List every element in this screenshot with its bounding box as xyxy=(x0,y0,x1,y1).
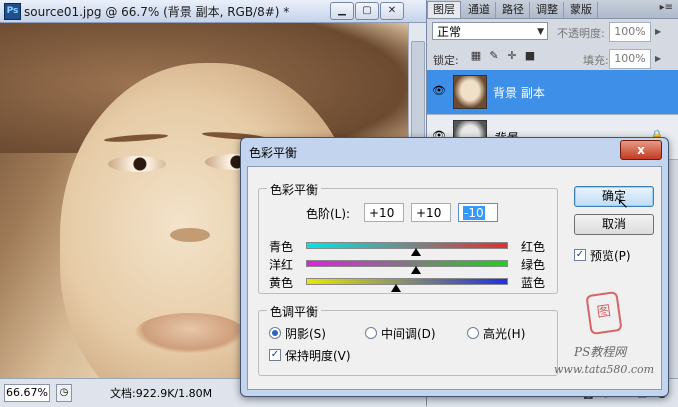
level-yellow-blue-input[interactable]: -10 xyxy=(458,203,498,222)
blend-mode-select[interactable]: 正常 ▼ xyxy=(432,22,548,40)
document-titlebar: Ps source01.jpg @ 66.7% (背景 副本, RGB/8#) … xyxy=(0,0,426,23)
highlights-radio[interactable] xyxy=(467,327,479,339)
zoom-field[interactable]: 66.67% xyxy=(4,384,50,402)
levels-label: 色阶(L): xyxy=(306,207,351,221)
tone-balance-legend: 色调平衡 xyxy=(267,303,322,320)
preview-label[interactable]: 预览(P) xyxy=(590,247,631,264)
watermark-seal-icon: 图 xyxy=(585,290,623,336)
lock-position-icon[interactable]: ✛ xyxy=(505,49,519,63)
lock-transparent-icon[interactable]: ▦ xyxy=(469,49,483,63)
shadows-radio[interactable] xyxy=(269,327,281,339)
mouse-cursor-icon: ↖ xyxy=(617,196,629,212)
watermark-line-1: PS教程网 xyxy=(574,345,627,359)
lock-label: 锁定: xyxy=(433,54,459,67)
photo-left-eye xyxy=(108,156,166,172)
yellow-blue-slider-track[interactable] xyxy=(306,278,508,285)
midtones-radio[interactable] xyxy=(365,327,377,339)
document-title: source01.jpg @ 66.7% (背景 副本, RGB/8#) * xyxy=(24,5,290,19)
opacity-label: 不透明度: xyxy=(557,27,605,40)
dialog-title: 色彩平衡 xyxy=(249,146,298,160)
maximize-button[interactable]: ▢ xyxy=(355,2,379,20)
eye-icon[interactable]: 👁 xyxy=(431,84,447,98)
tab-adjustments[interactable]: 调整 xyxy=(531,2,564,18)
slider-right-label: 蓝色 xyxy=(521,276,546,290)
tab-masks[interactable]: 蒙版 xyxy=(565,2,598,18)
magenta-green-slider-track[interactable] xyxy=(306,260,508,267)
lock-all-icon[interactable]: ■ xyxy=(523,49,537,63)
panel-menu-icon[interactable]: ▸≡ xyxy=(660,2,673,13)
highlights-label[interactable]: 高光(H) xyxy=(483,325,525,342)
level-magenta-green-input[interactable]: +10 xyxy=(411,203,451,222)
layer-name: 背景 副本 xyxy=(493,86,545,100)
dialog-body: 色彩平衡 色阶(L): +10 +10 -10 青色 红色 洋红 绿色 黄色 蓝… xyxy=(247,166,662,390)
preserve-luminosity-checkbox[interactable]: ✓ xyxy=(269,349,281,361)
watermark-line-2: www.tata580.com xyxy=(554,363,655,376)
color-balance-dialog: 色彩平衡 x 色彩平衡 色阶(L): +10 +10 -10 青色 红色 洋红 … xyxy=(240,137,669,397)
tab-layers[interactable]: 图层 xyxy=(427,1,461,18)
photo-lips xyxy=(135,313,245,353)
color-balance-legend: 色彩平衡 xyxy=(267,181,322,198)
dialog-titlebar[interactable]: 色彩平衡 x xyxy=(241,138,668,164)
document-info: 文档:922.9K/1.80M xyxy=(110,387,213,400)
chevron-down-icon: ▼ xyxy=(537,27,544,37)
opacity-field[interactable]: 100% xyxy=(609,22,651,42)
cyan-red-slider-track[interactable] xyxy=(306,242,508,249)
cyan-red-slider-thumb[interactable] xyxy=(411,248,421,256)
fill-label: 填充: xyxy=(583,54,609,67)
slider-left-label: 黄色 xyxy=(269,276,294,290)
layer-row-background-copy[interactable]: 👁 背景 副本 xyxy=(427,70,678,115)
ok-button[interactable]: 确定 xyxy=(574,186,654,207)
close-document-button[interactable]: ✕ xyxy=(380,2,404,20)
opacity-caret-icon[interactable]: ▶ xyxy=(655,27,661,36)
slider-left-label: 青色 xyxy=(269,240,294,254)
fill-field[interactable]: 100% xyxy=(609,49,651,69)
dialog-close-button[interactable]: x xyxy=(620,140,662,160)
panel-tabs: 图层 通道 路径 调整 蒙版 ▸≡ xyxy=(427,0,678,19)
lock-image-icon[interactable]: ✎ xyxy=(487,49,501,63)
cancel-button[interactable]: 取消 xyxy=(574,214,654,235)
midtones-label[interactable]: 中间调(D) xyxy=(381,325,436,342)
photoshop-logo-icon: Ps xyxy=(4,3,21,20)
yellow-blue-slider-thumb[interactable] xyxy=(391,284,401,292)
layer-thumbnail xyxy=(453,75,487,109)
slider-right-label: 绿色 xyxy=(521,258,546,272)
preview-checkbox[interactable]: ✓ xyxy=(574,249,586,261)
slider-right-label: 红色 xyxy=(521,240,546,254)
tab-paths[interactable]: 路径 xyxy=(497,2,530,18)
slider-left-label: 洋红 xyxy=(269,258,294,272)
level-cyan-red-input[interactable]: +10 xyxy=(364,203,404,222)
photo-nose xyxy=(170,228,210,242)
level-yellow-blue-value: -10 xyxy=(463,206,485,220)
shadows-label[interactable]: 阴影(S) xyxy=(285,325,326,342)
blend-mode-value: 正常 xyxy=(437,25,462,39)
tab-channels[interactable]: 通道 xyxy=(463,2,496,18)
tone-balance-group: 色调平衡 阴影(S) 中间调(D) 高光(H) ✓ 保持明度(V) xyxy=(258,303,558,376)
color-balance-group: 色彩平衡 色阶(L): +10 +10 -10 青色 红色 洋红 绿色 黄色 蓝… xyxy=(258,181,558,294)
minimize-button[interactable]: ▁ xyxy=(330,2,354,20)
status-menu-icon[interactable]: ◷ xyxy=(56,384,72,402)
magenta-green-slider-thumb[interactable] xyxy=(411,266,421,274)
preserve-luminosity-label[interactable]: 保持明度(V) xyxy=(285,347,351,364)
fill-caret-icon[interactable]: ▶ xyxy=(655,54,661,63)
